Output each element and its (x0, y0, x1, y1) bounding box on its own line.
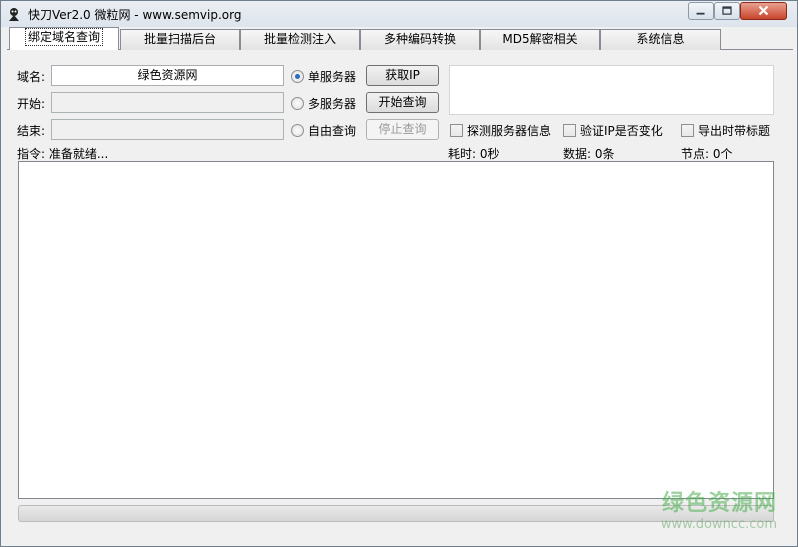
server-info-box (449, 65, 774, 115)
minimize-icon (696, 12, 705, 15)
results-textarea[interactable] (18, 161, 774, 499)
domain-label: 域名: (17, 70, 46, 84)
stop-query-button[interactable]: 停止查询 (366, 119, 439, 140)
single-server-radio[interactable] (291, 70, 304, 83)
close-icon (758, 5, 769, 16)
tab-batch-injection-check[interactable]: 批量检测注入 (240, 29, 360, 50)
end-label: 结束: (17, 124, 46, 138)
watermark-text: 绿色资源网 (661, 491, 777, 516)
watermark-logo: 绿色资源网 www.downcc.com (661, 485, 777, 532)
multi-server-radio[interactable] (291, 97, 304, 110)
tab-system-info[interactable]: 系统信息 (600, 29, 721, 50)
get-ip-button[interactable]: 获取IP (366, 65, 439, 86)
export-with-title-label[interactable]: 导出时带标题 (698, 122, 770, 139)
free-query-label[interactable]: 自由查询 (308, 122, 356, 139)
start-label: 开始: (17, 97, 46, 111)
title-bar[interactable]: 快刀Ver2.0 微粒网 - www.semvip.org (1, 1, 797, 27)
watermark-url: www.downcc.com (660, 517, 777, 532)
multi-server-label[interactable]: 多服务器 (308, 95, 356, 112)
app-icon (9, 8, 19, 21)
end-input[interactable] (51, 119, 284, 140)
tab-batch-scan-admin[interactable]: 批量扫描后台 (120, 29, 240, 50)
free-query-radio[interactable] (291, 124, 304, 137)
maximize-icon (722, 6, 732, 15)
tab-md5-decrypt[interactable]: MD5解密相关 (480, 29, 600, 50)
query-panel: 域名: 绿色资源网 开始: 结束: 单服务器 多服务器 自由查询 获取IP 开始… (7, 50, 793, 542)
tab-bind-domain-query[interactable]: 绑定域名查询 (9, 27, 119, 51)
tab-label: 绑定域名查询 (24, 28, 103, 46)
command-status: 指令: 准备就绪... (17, 147, 109, 161)
window-title: 快刀Ver2.0 微粒网 - www.semvip.org (28, 8, 242, 22)
start-query-button[interactable]: 开始查询 (366, 92, 439, 113)
verify-ip-change-label[interactable]: 验证IP是否变化 (580, 122, 663, 139)
start-input[interactable] (51, 92, 284, 113)
nodes-status: 节点: 0个 (681, 147, 733, 161)
close-button[interactable] (740, 2, 787, 20)
elapsed-status: 耗时: 0秒 (448, 147, 500, 161)
data-count-status: 数据: 0条 (563, 147, 615, 161)
export-with-title-checkbox[interactable] (681, 124, 694, 137)
single-server-label[interactable]: 单服务器 (308, 68, 356, 85)
detect-server-info-label[interactable]: 探测服务器信息 (467, 122, 551, 139)
minimize-button[interactable] (688, 2, 714, 20)
detect-server-info-checkbox[interactable] (450, 124, 463, 137)
tab-encoding-convert[interactable]: 多种编码转换 (360, 29, 480, 50)
app-window: 快刀Ver2.0 微粒网 - www.semvip.org 绑定域名查询 批量扫… (0, 0, 798, 547)
verify-ip-change-checkbox[interactable] (563, 124, 576, 137)
domain-input[interactable]: 绿色资源网 (51, 65, 284, 86)
maximize-button[interactable] (714, 2, 740, 20)
tab-strip: 绑定域名查询 批量扫描后台 批量检测注入 多种编码转换 MD5解密相关 系统信息 (7, 27, 793, 51)
